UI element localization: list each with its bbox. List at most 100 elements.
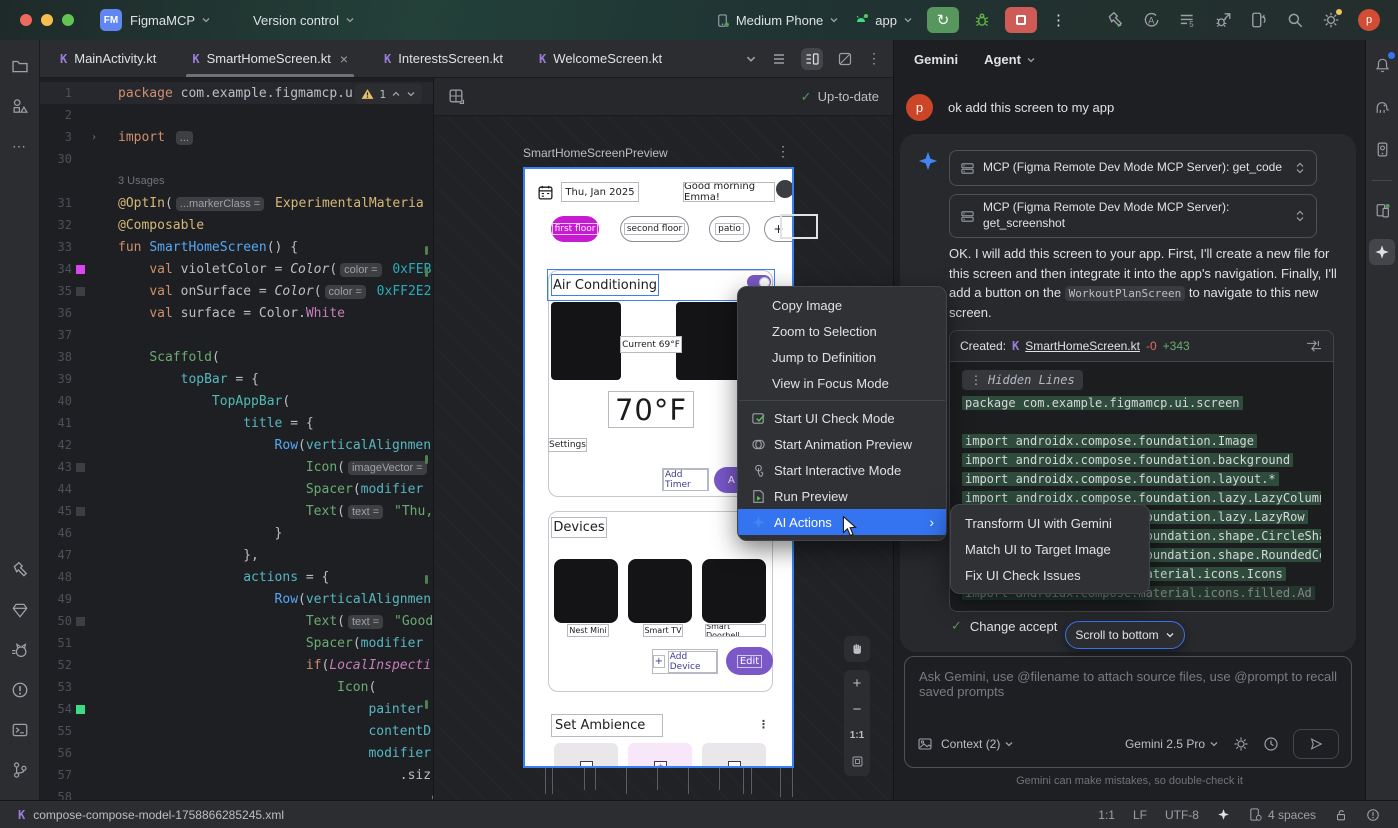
rerun-button[interactable]: ↻ — [927, 7, 959, 33]
color-swatch[interactable] — [76, 705, 85, 714]
preview-layout-icon[interactable] — [448, 88, 465, 105]
menu-item-start-animation-preview[interactable]: Start Animation Preview — [738, 431, 946, 457]
device-selector[interactable]: Medium Phone — [715, 13, 839, 28]
tab-interestsscreen-kt[interactable]: KInterestsScreen.kt — [374, 40, 513, 77]
close-window-icon[interactable] — [20, 14, 32, 26]
search-everywhere-button[interactable] — [1286, 11, 1304, 29]
scroll-to-bottom-button[interactable]: Scroll to bottom — [1065, 621, 1185, 649]
menu-item-start-interactive-mode[interactable]: Start Interactive Mode — [738, 457, 946, 483]
tab-mainactivity-kt[interactable]: KMainActivity.kt — [50, 40, 166, 77]
tab-smarthomescreen-kt[interactable]: KSmartHomeScreen.kt× — [182, 40, 358, 77]
code-line-3: 3›import ... — [40, 126, 433, 148]
resource-manager-tool-button[interactable] — [6, 92, 34, 120]
editor-list-icon[interactable] — [771, 51, 787, 67]
inspections-status-icon[interactable] — [1366, 808, 1380, 822]
zoom-fit-button[interactable] — [844, 748, 870, 774]
run-configuration-selector[interactable]: app — [853, 12, 913, 28]
logcat-tool-button[interactable] — [6, 636, 34, 664]
unlock-icon[interactable] — [1334, 808, 1348, 822]
color-swatch[interactable] — [76, 265, 85, 274]
maximize-window-icon[interactable] — [62, 14, 74, 26]
inspection-widget[interactable]: 1 — [355, 84, 422, 104]
zoom-out-button[interactable]: − — [844, 696, 870, 722]
user-avatar[interactable]: p — [1358, 9, 1380, 31]
submenu-item-match-ui-to-target-image[interactable]: Match UI to Target Image — [951, 536, 1149, 562]
menu-item-jump-to-definition[interactable]: Jump to Definition — [738, 344, 946, 370]
gemini-tool-button[interactable] — [1369, 239, 1395, 265]
menu-item-label: Transform UI with Gemini — [965, 516, 1112, 531]
gemini-settings-icon[interactable] — [1233, 736, 1249, 752]
split-view-icon[interactable] — [801, 48, 823, 70]
file-encoding[interactable]: UTF-8 — [1165, 808, 1199, 822]
debug-button[interactable] — [973, 11, 991, 29]
git-tool-button[interactable] — [6, 756, 34, 784]
agent-mode-selector[interactable]: Agent — [984, 52, 1036, 67]
menu-item-run-preview[interactable]: Run Preview — [738, 483, 946, 509]
notifications-button[interactable] — [1369, 52, 1395, 78]
indent-setting[interactable]: 4 spaces — [1248, 807, 1316, 822]
cat-icon — [11, 641, 29, 659]
preview-options-icon[interactable]: ⋮ — [776, 143, 790, 160]
stop-button[interactable] — [1005, 7, 1037, 33]
code-editor[interactable]: 1package com.example.figmamcp.u23›import… — [40, 78, 433, 800]
menu-item-copy-image[interactable]: Copy Image — [738, 292, 946, 318]
fold-marker[interactable]: › — [88, 132, 100, 143]
submenu-item-transform-ui-with-gemini[interactable]: Transform UI with Gemini — [951, 510, 1149, 536]
color-swatch[interactable] — [76, 507, 85, 516]
editor-options-icon[interactable]: ⋮ — [867, 50, 881, 67]
zoom-in-button[interactable]: + — [844, 670, 870, 696]
version-control-menu[interactable]: Version control — [253, 13, 355, 28]
color-swatch[interactable] — [76, 617, 85, 626]
history-icon[interactable] — [1263, 736, 1279, 752]
send-button[interactable] — [1293, 729, 1339, 759]
model-selector[interactable]: Gemini 2.5 Pro — [1125, 737, 1219, 751]
usages-inlay-hint[interactable]: 3 Usages — [40, 170, 433, 192]
project-tool-button[interactable] — [6, 52, 34, 80]
gemini-prompt-input[interactable] — [905, 657, 1351, 727]
gradle-button[interactable] — [1369, 94, 1395, 120]
hidden-tabs-dropdown[interactable] — [745, 53, 757, 65]
context-selector[interactable]: Context (2) — [941, 737, 1014, 751]
problems-tool-button[interactable] — [6, 676, 34, 704]
project-selector[interactable]: FigmaMCP — [130, 13, 211, 28]
more-tool-windows-button[interactable]: ⋯ — [6, 132, 34, 160]
device-ui-check-button[interactable]: A — [1142, 11, 1160, 29]
device-manager-button[interactable] — [1369, 197, 1395, 223]
color-swatch[interactable] — [76, 463, 85, 472]
terminal-tool-button[interactable] — [6, 716, 34, 744]
next-problem-icon[interactable] — [406, 89, 416, 99]
window-controls[interactable] — [20, 14, 74, 26]
tab-welcomescreen-kt[interactable]: KWelcomeScreen.kt — [529, 40, 672, 77]
app-quality-insights-button[interactable] — [6, 596, 34, 624]
build-tool-button[interactable] — [6, 556, 34, 584]
preview-mode-icon[interactable] — [837, 51, 853, 67]
created-file-link[interactable]: SmartHomeScreen.kt — [1025, 339, 1140, 353]
pan-button[interactable] — [844, 636, 870, 662]
running-devices-button[interactable] — [1369, 136, 1395, 162]
tool-call-get-code[interactable]: MCP (Figma Remote Dev Mode MCP Server): … — [949, 150, 1317, 186]
submenu-item-fix-ui-check-issues[interactable]: Fix UI Check Issues — [951, 562, 1149, 588]
menu-item-start-ui-check-mode[interactable]: Start UI Check Mode — [738, 405, 946, 431]
attach-image-icon[interactable] — [917, 736, 933, 752]
todo-list-button[interactable]: 5 — [1178, 11, 1196, 29]
line-separator[interactable]: LF — [1133, 808, 1147, 822]
zoom-actual-button[interactable]: 1:1 — [844, 722, 870, 748]
caret-position[interactable]: 1:1 — [1098, 808, 1115, 822]
close-tab-icon[interactable]: × — [340, 51, 348, 67]
tool-call-get-screenshot[interactable]: MCP (Figma Remote Dev Mode MCP Server): … — [949, 194, 1317, 238]
hidden-lines-chip[interactable]: ⋮Hidden Lines — [962, 370, 1083, 390]
menu-item-zoom-to-selection[interactable]: Zoom to Selection — [738, 318, 946, 344]
settings-button[interactable] — [1322, 11, 1340, 29]
menu-item-view-in-focus-mode[interactable]: View in Focus Mode — [738, 370, 946, 396]
status-file-name[interactable]: compose-compose-model-1758866285245.xml — [33, 808, 284, 822]
minimize-window-icon[interactable] — [41, 14, 53, 26]
selection-handle[interactable] — [780, 214, 818, 239]
build-button[interactable] — [1106, 11, 1124, 29]
device-mirror-button[interactable] — [1250, 11, 1268, 29]
open-diff-icon[interactable] — [1305, 339, 1323, 353]
color-swatch[interactable] — [76, 287, 85, 296]
gemini-status-icon[interactable] — [1217, 808, 1230, 821]
prev-problem-icon[interactable] — [391, 89, 401, 99]
profiler-button[interactable] — [1214, 11, 1232, 29]
more-run-options[interactable]: ⋮ — [1051, 11, 1066, 29]
